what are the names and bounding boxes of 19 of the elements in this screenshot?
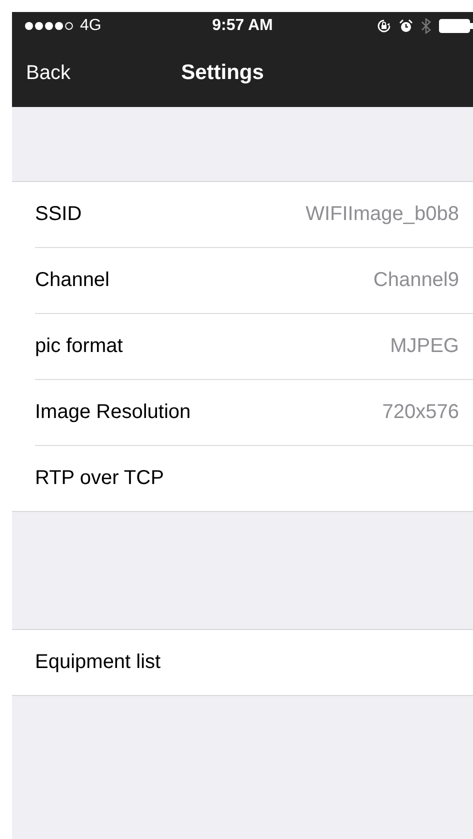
setting-label[interactable]: SSID: [35, 203, 82, 226]
battery-icon: [439, 19, 473, 33]
setting-label[interactable]: Equipment list: [35, 651, 161, 674]
setting-value: 720x576: [382, 401, 459, 424]
signal-icon: [24, 21, 74, 31]
setting-label[interactable]: pic format: [35, 335, 123, 358]
bluetooth-icon: [421, 18, 431, 34]
carrier-text: 4G: [80, 17, 102, 35]
setting-value: WIFIImage_b0b8: [306, 203, 459, 226]
alarm-clock-icon: [399, 19, 413, 33]
setting-value: Channel9: [373, 269, 459, 292]
rotation-lock-icon: [377, 19, 391, 33]
setting-label[interactable]: RTP over TCP: [35, 467, 164, 490]
back-button[interactable]: Back: [26, 62, 70, 85]
setting-value: MJPEG: [390, 335, 459, 358]
status-time: 9:57 AM: [211, 17, 274, 35]
setting-label[interactable]: Channel: [35, 269, 110, 292]
setting-label[interactable]: Image Resolution: [35, 401, 191, 424]
screen-title: Settings: [180, 61, 265, 85]
